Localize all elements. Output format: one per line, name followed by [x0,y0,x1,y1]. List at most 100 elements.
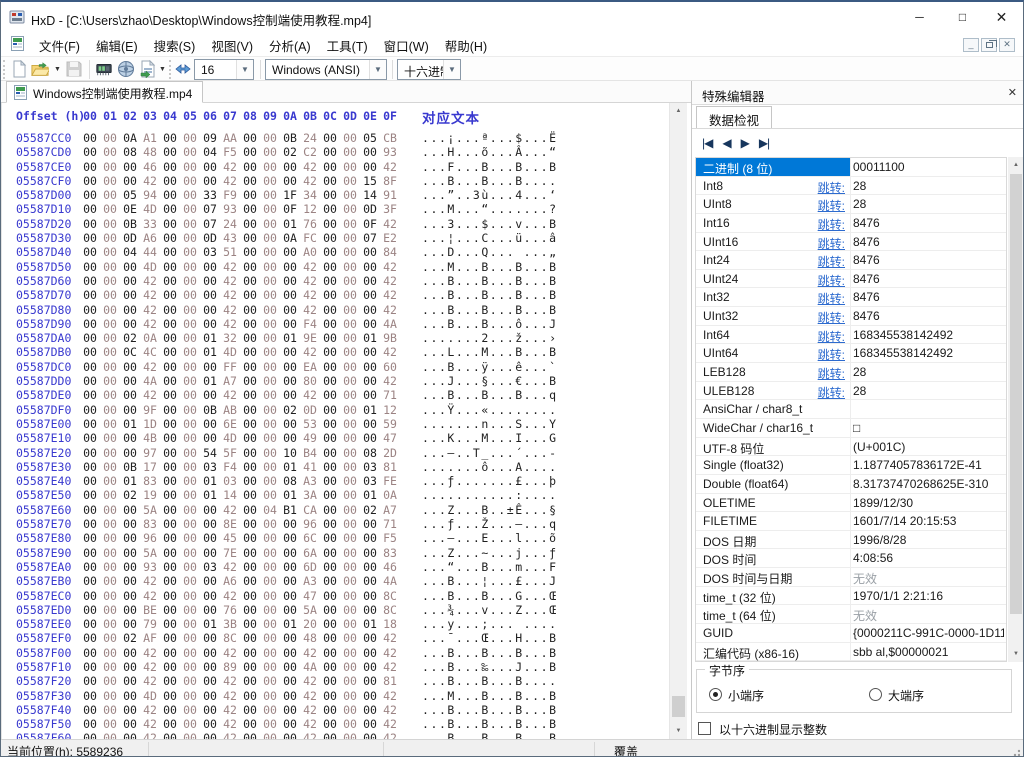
hex-byte[interactable]: 00 [80,703,100,717]
hex-byte[interactable]: 00 [260,660,280,674]
hex-byte[interactable]: 42 [380,303,400,317]
hex-byte[interactable]: 00 [80,417,100,431]
hex-byte[interactable]: 00 [200,674,220,688]
row-text[interactable]: ...3...$...v...B [422,217,558,231]
hex-byte[interactable]: 00 [260,403,280,417]
hex-byte[interactable]: 6C [300,531,320,545]
hex-byte[interactable]: 4A [380,574,400,588]
hex-byte[interactable]: 0D [360,202,380,216]
hex-byte[interactable]: 02 [280,403,300,417]
hex-byte[interactable]: 49 [300,431,320,445]
inspector-row[interactable]: UInt8跳转:28 [696,195,1006,214]
hex-byte[interactable]: 81 [380,674,400,688]
hex-byte[interactable]: 0F [360,217,380,231]
hex-byte[interactable]: 00 [260,488,280,502]
hex-byte[interactable]: 00 [280,546,300,560]
hex-byte[interactable]: 00 [180,174,200,188]
hex-int-checkbox[interactable] [698,722,711,735]
hex-byte[interactable]: 0A [380,488,400,502]
hex-byte[interactable]: 00 [320,217,340,231]
hex-byte[interactable]: 93 [220,202,240,216]
hex-byte[interactable]: 4A [380,317,400,331]
type-value[interactable]: {0000211C-991C-0000-1D11- [853,626,1004,640]
hex-byte[interactable]: 00 [80,288,100,302]
hex-byte[interactable]: 00 [340,388,360,402]
hex-byte[interactable]: 00 [320,174,340,188]
hex-byte[interactable]: 00 [240,388,260,402]
hex-byte[interactable]: 00 [280,431,300,445]
hex-byte[interactable]: 42 [380,703,400,717]
hex-byte[interactable]: 00 [320,202,340,216]
hex-byte[interactable]: 42 [380,689,400,703]
hex-byte[interactable]: 00 [160,374,180,388]
hex-byte[interactable]: 42 [140,388,160,402]
hex-byte[interactable]: 83 [140,517,160,531]
hex-byte[interactable]: 60 [380,360,400,374]
hex-byte[interactable]: F4 [220,460,240,474]
hex-byte[interactable]: 1D [140,417,160,431]
hex-byte[interactable]: 00 [340,517,360,531]
hex-byte[interactable]: 42 [220,589,240,603]
hex-byte[interactable]: 00 [160,417,180,431]
hex-byte[interactable]: 00 [100,331,120,345]
hex-byte[interactable]: 00 [280,589,300,603]
hex-byte[interactable]: 00 [280,388,300,402]
hex-byte[interactable]: 00 [280,160,300,174]
hex-byte[interactable]: 00 [320,431,340,445]
hex-byte[interactable]: 00 [240,631,260,645]
hex-byte[interactable]: 00 [80,131,100,145]
hex-byte[interactable]: 00 [260,589,280,603]
hex-byte[interactable]: 00 [320,303,340,317]
hex-byte[interactable]: F5 [380,531,400,545]
hex-byte[interactable]: 00 [260,446,280,460]
hex-byte[interactable]: 00 [360,317,380,331]
hex-byte[interactable]: 00 [200,517,220,531]
hex-byte[interactable]: 00 [80,460,100,474]
row-text[interactable]: .......ô...A.... [422,460,558,474]
hex-byte[interactable]: 42 [140,303,160,317]
hex-byte[interactable]: 00 [160,288,180,302]
inspector-row[interactable]: time_t (64 位)无效 [696,605,1006,624]
hex-byte[interactable]: 5A [140,503,160,517]
hex-byte[interactable]: 00 [200,660,220,674]
type-value[interactable]: 168345538142492 [853,346,1004,360]
hex-byte[interactable]: 42 [300,646,320,660]
hex-byte[interactable]: 00 [200,689,220,703]
hex-byte[interactable]: 0F [280,202,300,216]
hex-byte[interactable]: 00 [340,317,360,331]
hex-byte[interactable]: 42 [220,274,240,288]
hex-byte[interactable]: 00 [200,589,220,603]
hex-byte[interactable]: 00 [80,231,100,245]
hex-byte[interactable]: 42 [380,731,400,739]
hex-byte[interactable]: 01 [200,345,220,359]
mdi-restore-button[interactable] [981,38,997,52]
hex-byte[interactable]: 00 [240,345,260,359]
hex-byte[interactable]: 00 [260,245,280,259]
hex-byte[interactable]: 33 [200,188,220,202]
hex-byte[interactable]: 00 [320,674,340,688]
hex-byte[interactable]: 00 [100,231,120,245]
hex-byte[interactable]: 00 [160,217,180,231]
hex-byte[interactable]: 07 [200,202,220,216]
hex-byte[interactable]: 00 [260,574,280,588]
hex-byte[interactable]: 00 [120,431,140,445]
hex-byte[interactable]: 00 [240,574,260,588]
hex-byte[interactable]: 00 [320,374,340,388]
hex-byte[interactable]: 00 [240,517,260,531]
hex-byte[interactable]: 00 [120,303,140,317]
hex-byte[interactable]: 00 [120,517,140,531]
hex-byte[interactable]: 00 [320,731,340,739]
hex-byte[interactable]: 00 [180,603,200,617]
tab-data-inspector[interactable]: 数据检视 [696,106,772,128]
hex-byte[interactable]: 42 [220,503,240,517]
hex-byte[interactable]: 9B [380,331,400,345]
hex-byte[interactable]: 00 [80,474,100,488]
hex-byte[interactable]: 00 [80,274,100,288]
hex-byte[interactable]: 00 [80,317,100,331]
hex-byte[interactable]: 00 [160,503,180,517]
hex-byte[interactable]: 00 [80,403,100,417]
hex-byte[interactable]: 00 [160,174,180,188]
hex-byte[interactable]: 00 [200,417,220,431]
open-disk-icon[interactable] [117,60,135,78]
hex-byte[interactable]: 76 [300,217,320,231]
